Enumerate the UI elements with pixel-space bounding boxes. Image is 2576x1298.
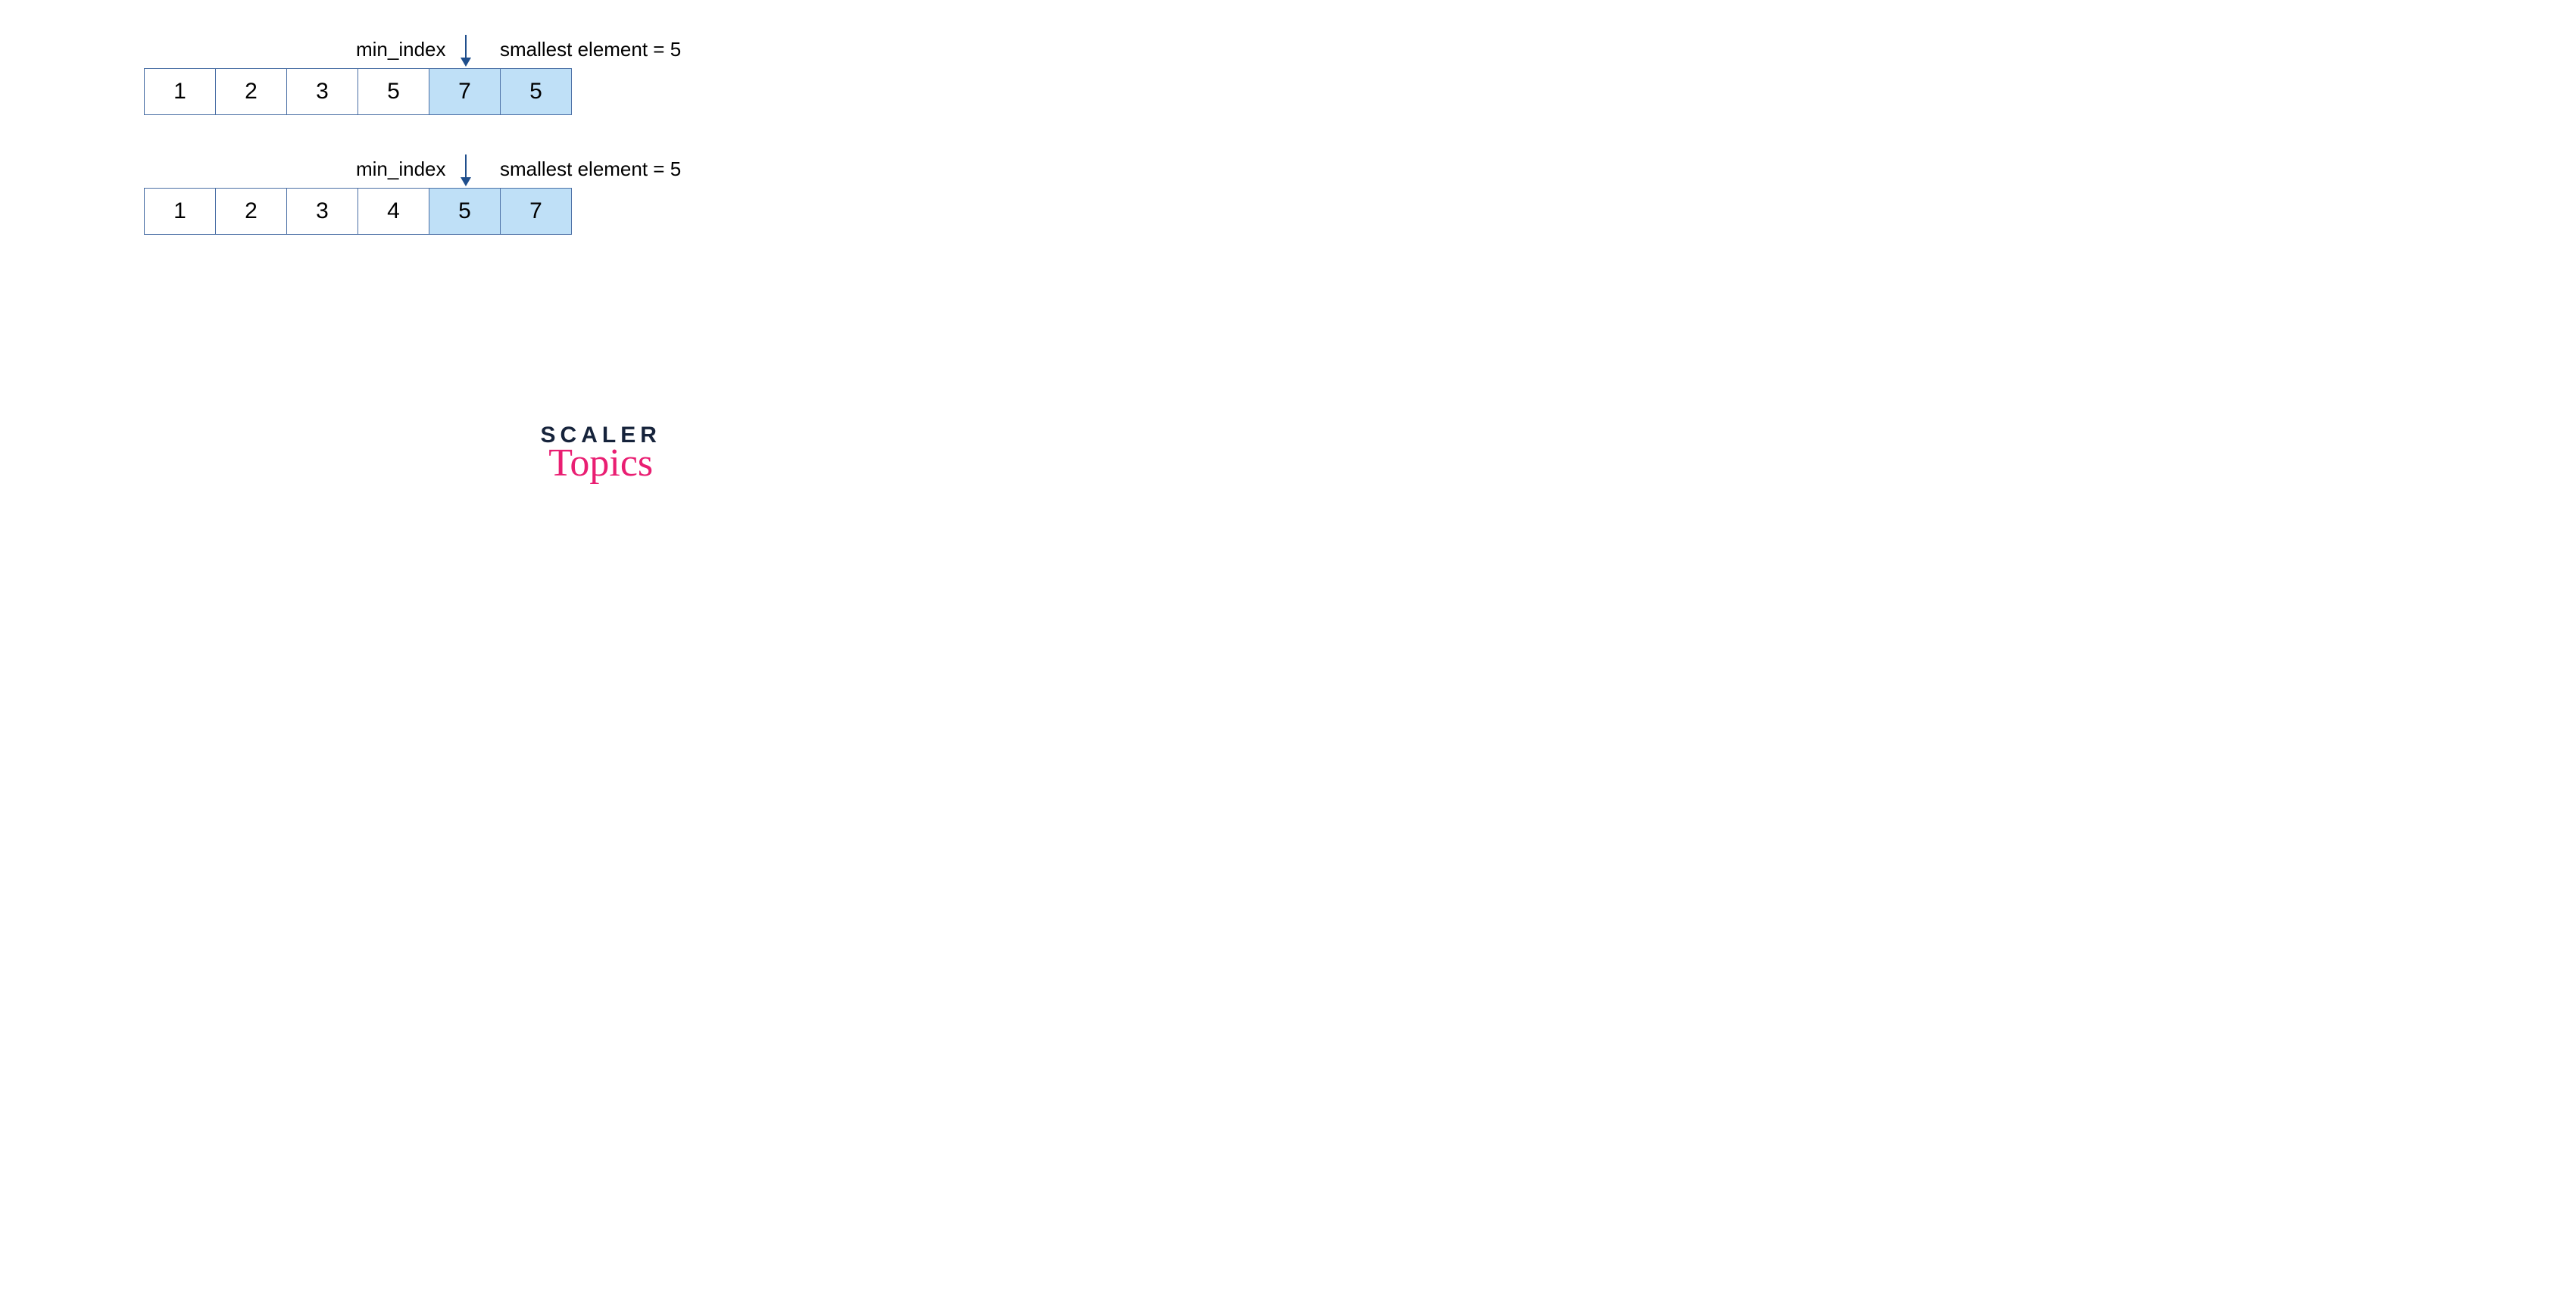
array-cell: 1 (144, 68, 216, 115)
array-cell-highlight: 7 (429, 68, 501, 115)
scaler-topics-logo: SCALER Topics (502, 424, 699, 483)
smallest-element-label-2: smallest element = 5 (500, 158, 681, 181)
array-cell: 2 (215, 68, 287, 115)
array-2: 1 2 3 4 5 7 (144, 188, 572, 235)
min-index-label-2: min_index (356, 158, 446, 181)
array-cell-highlight: 5 (500, 68, 572, 115)
array-row-2: min_index smallest element = 5 1 2 3 4 5… (144, 150, 1053, 264)
array-1: 1 2 3 5 7 5 (144, 68, 572, 115)
array-cell: 1 (144, 188, 216, 235)
array-row-1: min_index smallest element = 5 1 2 3 5 7… (144, 30, 1053, 144)
labels-line-1: min_index smallest element = 5 (144, 30, 1053, 68)
array-cell: 3 (286, 68, 358, 115)
smallest-element-label-1: smallest element = 5 (500, 38, 681, 61)
array-cell: 3 (286, 188, 358, 235)
array-cell-highlight: 7 (500, 188, 572, 235)
labels-line-2: min_index smallest element = 5 (144, 150, 1053, 188)
array-cell: 2 (215, 188, 287, 235)
array-cell: 5 (358, 68, 429, 115)
array-cell: 4 (358, 188, 429, 235)
arrow-down-icon (465, 154, 467, 185)
min-index-label-1: min_index (356, 38, 446, 61)
arrow-down-icon (465, 35, 467, 65)
diagram-container: min_index smallest element = 5 1 2 3 5 7… (144, 30, 1053, 270)
array-cell-highlight: 5 (429, 188, 501, 235)
logo-text-topics: Topics (502, 444, 699, 483)
